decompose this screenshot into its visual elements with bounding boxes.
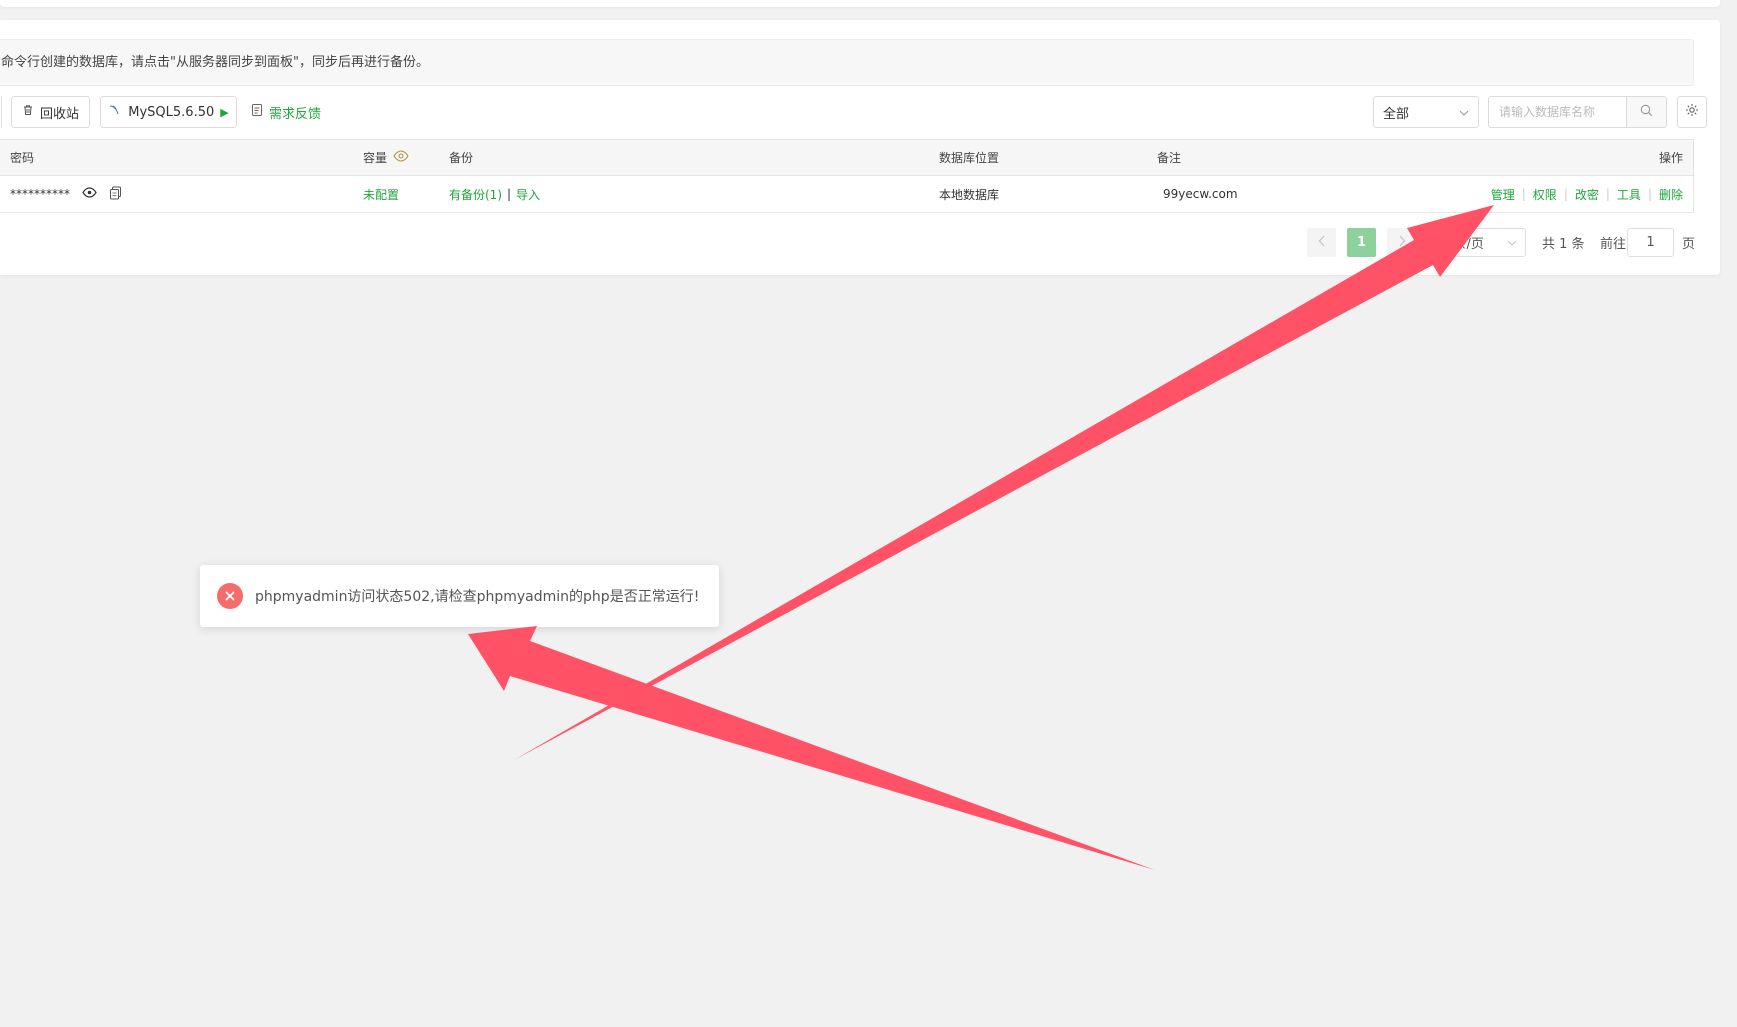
- recycle-bin-button[interactable]: 回收站: [11, 96, 90, 128]
- error-toast: phpmyadmin访问状态502,请检查phpmyadmin的php是否正常运…: [200, 565, 719, 627]
- backup-link[interactable]: 有备份(1): [449, 186, 502, 203]
- annotation-arrow-to-manage: [514, 205, 1494, 760]
- top-card-edge: [0, 0, 1720, 7]
- chevron-left-icon: [1318, 235, 1326, 251]
- chevron-right-icon: [1398, 235, 1406, 251]
- page-suffix: 页: [1682, 237, 1696, 252]
- header-remark: 备注: [1157, 151, 1182, 165]
- database-panel: 命令行创建的数据库，请点击"从服务器同步到面板"，同步后再进行备份。 回收站 M…: [0, 20, 1720, 275]
- eye-icon[interactable]: [82, 187, 97, 201]
- password-mask: **********: [10, 187, 70, 201]
- toolbar: 回收站 MySQL5.6.50 ▶ 需求反馈 全部: [0, 96, 1710, 132]
- remark-cell[interactable]: 99yecw.com: [1163, 176, 1238, 212]
- table-header: 密码 容量 备份 数据库位置 备注 操作: [0, 139, 1694, 176]
- mysql-version-label: MySQL5.6.50: [128, 104, 215, 120]
- error-toast-message: phpmyadmin访问状态502,请检查phpmyadmin的php是否正常运…: [255, 589, 700, 605]
- feedback-link[interactable]: 需求反馈: [251, 96, 321, 128]
- search-input[interactable]: [1489, 97, 1626, 127]
- settings-button[interactable]: [1677, 96, 1707, 128]
- goto-page-input[interactable]: [1627, 228, 1674, 257]
- search-icon: [1640, 104, 1653, 121]
- header-location: 数据库位置: [939, 151, 1000, 165]
- database-filter-select[interactable]: 全部: [1373, 96, 1479, 128]
- trash-icon: [22, 104, 34, 120]
- header-actions: 操作: [1658, 151, 1683, 165]
- toolbar-button-edge[interactable]: [0, 96, 2, 128]
- sync-notice: 命令行创建的数据库，请点击"从服务器同步到面板"，同步后再进行备份。: [0, 39, 1694, 86]
- header-backup: 备份: [449, 151, 474, 165]
- manage-link[interactable]: 管理: [1491, 186, 1515, 203]
- action-divider: |: [1647, 187, 1652, 201]
- copy-icon[interactable]: [109, 186, 122, 203]
- change-password-link[interactable]: 改密: [1575, 186, 1599, 203]
- page-size-value: 10条/页: [1437, 237, 1484, 252]
- recycle-bin-label: 回收站: [39, 106, 79, 122]
- database-table: 密码 容量 备份 数据库位置 备注 操作 ********** 未配置 有备份(…: [0, 139, 1694, 213]
- actions-cell: 管理 | 权限 | 改密 | 工具 | 删除: [1491, 176, 1683, 212]
- mysql-version-button[interactable]: MySQL5.6.50 ▶: [100, 96, 237, 128]
- database-search: [1488, 96, 1667, 128]
- tools-link[interactable]: 工具: [1617, 186, 1641, 203]
- annotation-arrow-to-toast: [468, 626, 1155, 870]
- search-button[interactable]: [1626, 97, 1666, 127]
- play-icon: ▶: [220, 105, 229, 119]
- sync-notice-text: 命令行创建的数据库，请点击"从服务器同步到面板"，同步后再进行备份。: [1, 55, 429, 70]
- action-divider: |: [1521, 187, 1526, 201]
- page-size-select[interactable]: 10条/页: [1422, 228, 1526, 257]
- delete-link[interactable]: 删除: [1659, 186, 1683, 203]
- next-page-button[interactable]: [1387, 228, 1416, 257]
- prev-page-button[interactable]: [1307, 228, 1336, 257]
- import-link[interactable]: 导入: [516, 186, 540, 203]
- header-capacity-label: 容量: [363, 151, 388, 165]
- action-divider: |: [1605, 187, 1610, 201]
- capacity-link[interactable]: 未配置: [363, 176, 399, 212]
- goto-label: 前往: [1600, 237, 1627, 252]
- gear-icon: [1685, 103, 1699, 121]
- table-row: ********** 未配置 有备份(1) | 导入 本地数据库 99yecw.…: [0, 176, 1694, 213]
- pagination: 1 10条/页 共 1 条 前往 页: [0, 228, 1700, 262]
- chevron-down-icon: [1459, 105, 1469, 120]
- mysql-icon: [108, 103, 122, 121]
- filter-value: 全部: [1383, 106, 1410, 122]
- backup-cell: 有备份(1) | 导入: [449, 176, 540, 212]
- total-count: 共 1 条: [1542, 237, 1585, 252]
- backup-separator: |: [507, 187, 512, 201]
- current-page-button[interactable]: 1: [1347, 228, 1376, 257]
- action-divider: |: [1563, 187, 1568, 201]
- chevron-down-icon: [1507, 235, 1517, 250]
- error-icon: [217, 583, 243, 609]
- capacity-eye-icon[interactable]: [393, 150, 409, 165]
- location-cell: 本地数据库: [939, 187, 1000, 202]
- feedback-label: 需求反馈: [269, 106, 322, 122]
- header-capacity[interactable]: 容量: [363, 140, 409, 175]
- feedback-icon: [251, 103, 264, 121]
- password-cell: **********: [10, 176, 122, 212]
- permission-link[interactable]: 权限: [1533, 186, 1557, 203]
- header-password[interactable]: 密码: [10, 140, 34, 175]
